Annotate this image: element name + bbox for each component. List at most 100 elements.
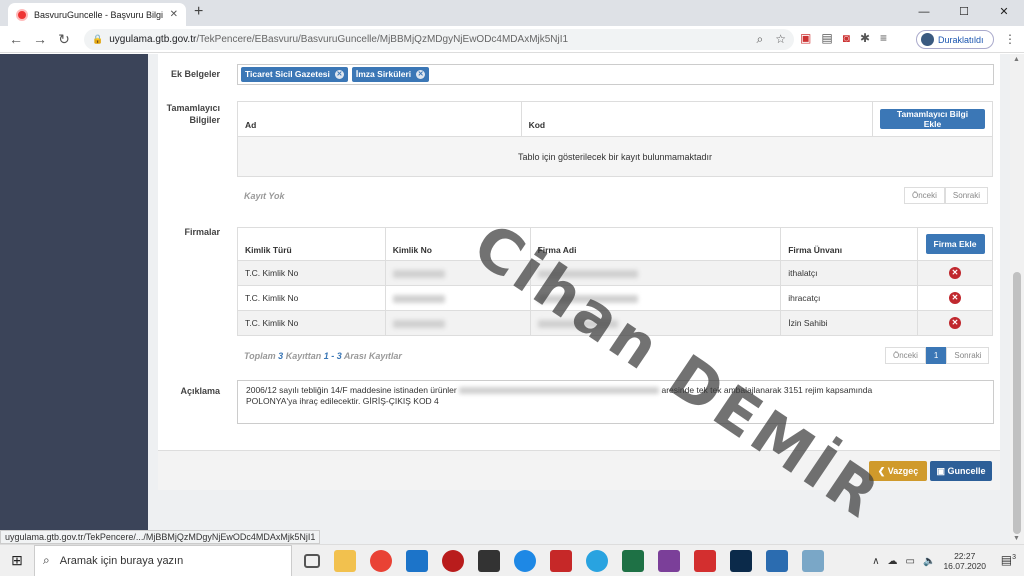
file-explorer-icon[interactable] xyxy=(334,549,356,572)
redacted-value xyxy=(392,319,445,328)
mail-icon[interactable] xyxy=(406,549,428,572)
next-page-button[interactable]: Sonraki xyxy=(944,187,989,204)
redacted-value xyxy=(537,294,638,303)
empty-table-message: Tablo için gösterilecek bir kayıt bulunm… xyxy=(237,136,993,177)
lock-icon: 🔒 xyxy=(92,34,104,44)
clock[interactable]: 22:27 16.07.2020 xyxy=(943,551,986,571)
task-view-icon[interactable] xyxy=(304,553,320,568)
minimize-button[interactable]: — xyxy=(904,0,944,26)
scroll-up-icon[interactable]: ▲ xyxy=(1013,56,1020,63)
pdf-extension-icon[interactable]: ▣ xyxy=(800,31,811,45)
unvan-cell: ithalatçı xyxy=(780,260,919,286)
tag-label: İmza Sirküleri xyxy=(355,69,412,79)
taskbar-search-placeholder: Aramak için buraya yazın xyxy=(59,554,184,567)
kimlik-no-cell xyxy=(384,285,531,311)
close-window-button[interactable]: ✕ xyxy=(984,0,1024,26)
remove-tag-icon[interactable]: ✕ xyxy=(416,70,426,79)
prev-page-button[interactable]: Önceki xyxy=(885,347,926,364)
close-tab-icon[interactable]: ✕ xyxy=(170,9,178,20)
summary-suffix: Arası Kayıtlar xyxy=(341,351,402,361)
new-tab-button[interactable]: + xyxy=(194,3,203,21)
window-controls: — ☐ ✕ xyxy=(904,0,1024,26)
excel-icon[interactable] xyxy=(622,549,644,572)
table-row: T.C. Kimlik No İzin Sahibi ✕ xyxy=(237,310,993,336)
ek-belgeler-input[interactable]: Ticaret Sicil Gazetesi ✕ İmza Sirküleri … xyxy=(237,64,994,85)
address-bar[interactable]: 🔒 uygulama.gtb.gov.tr/TekPencere/EBasvur… xyxy=(84,29,794,50)
redacted-value xyxy=(537,319,618,328)
scroll-down-icon[interactable]: ▼ xyxy=(1013,535,1020,542)
search-icon: ⌕ xyxy=(43,553,50,567)
clock-time: 22:27 xyxy=(954,551,976,561)
maximize-button[interactable]: ☐ xyxy=(944,0,984,26)
profile-button[interactable]: Duraklatıldı xyxy=(916,30,994,49)
vazgec-label: Vazgeç xyxy=(887,465,919,476)
puzzle-extensions-icon[interactable]: ✱ xyxy=(860,31,870,45)
remove-tag-icon[interactable]: ✕ xyxy=(334,70,344,79)
delete-icon[interactable]: ✕ xyxy=(949,317,961,329)
reload-icon[interactable]: ↻ xyxy=(52,31,76,48)
photos-icon[interactable] xyxy=(766,549,788,572)
firma-adi-cell xyxy=(529,310,782,336)
media-app-icon[interactable] xyxy=(442,549,464,572)
vazgec-button[interactable]: ❮ Vazgeç xyxy=(869,461,927,481)
aciklama-text-part2: aresinde tek tek ambalajlanarak 3151 rej… xyxy=(661,385,873,395)
aciklama-textarea[interactable]: 2006/12 sayılı tebliğin 14/F maddesine i… xyxy=(237,380,994,424)
bookmark-star-icon[interactable]: ☆ xyxy=(775,32,786,47)
cloud-icon[interactable]: ☁ xyxy=(888,556,898,567)
network-icon[interactable]: ▭ xyxy=(906,556,915,567)
next-page-button[interactable]: Sonraki xyxy=(946,347,990,364)
zoom-icon[interactable]: ⌕ xyxy=(757,32,764,47)
guncelle-button[interactable]: ▣ Guncelle xyxy=(930,461,992,481)
tamamlayici-label-line2: Bilgiler xyxy=(189,115,220,125)
back-icon[interactable]: ← xyxy=(4,31,28,47)
page-scrollbar[interactable]: ▲ ▼ xyxy=(1010,54,1024,544)
system-tray: ∧ ☁ ▭ 🔈 22:27 16.07.2020 xyxy=(872,545,986,576)
page-1-button[interactable]: 1 xyxy=(925,347,947,364)
delete-cell: ✕ xyxy=(917,260,993,286)
guncelle-label: Guncelle xyxy=(947,465,986,476)
media-control-icon[interactable]: ≡ xyxy=(880,31,887,45)
firmalar-table: Kimlik Türü Kimlik No Firma Adi Firma Ün… xyxy=(237,227,993,336)
windows-start-icon[interactable]: ⊞ xyxy=(0,552,34,569)
col-kimlik-no: Kimlik No xyxy=(384,227,531,261)
kimlik-turu-cell: T.C. Kimlik No xyxy=(237,260,386,286)
no-records-text: Kayıt Yok xyxy=(244,191,285,201)
aciklama-line1: 2006/12 sayılı tebliğin 14/F maddesine i… xyxy=(246,385,985,396)
delete-cell: ✕ xyxy=(917,285,993,311)
tag-imza-sirkuleri: İmza Sirküleri ✕ xyxy=(351,67,430,82)
table-row: T.C. Kimlik No ihracatçı ✕ xyxy=(237,285,993,311)
store-icon[interactable] xyxy=(478,549,500,572)
taskbar-search[interactable]: ⌕ Aramak için buraya yazın xyxy=(34,544,292,576)
acrobat-icon[interactable] xyxy=(694,549,716,572)
col-ad: Ad xyxy=(237,101,522,137)
unvan-cell: İzin Sahibi xyxy=(780,310,919,336)
edge-icon[interactable] xyxy=(514,549,536,572)
volume-icon[interactable]: 🔈 xyxy=(923,556,935,567)
photoshop-icon[interactable] xyxy=(730,549,752,572)
winrar-icon[interactable] xyxy=(658,549,680,572)
delete-icon[interactable]: ✕ xyxy=(949,292,961,304)
browser-menu-icon[interactable]: ⋮ xyxy=(1004,32,1016,46)
tray-chevron-icon[interactable]: ∧ xyxy=(872,556,879,567)
screen-extension-icon[interactable]: ▤ xyxy=(821,31,832,45)
notifications-icon[interactable]: ▤3 xyxy=(1001,553,1016,567)
chrome-icon[interactable] xyxy=(370,549,392,572)
browser-tab[interactable]: BasvuruGuncelle - Başvuru Bilgi S ✕ xyxy=(8,3,186,26)
delete-icon[interactable]: ✕ xyxy=(949,267,961,279)
app-icon[interactable] xyxy=(802,549,824,572)
url-host: uygulama.gtb.gov.tr xyxy=(109,34,197,45)
forward-icon[interactable]: → xyxy=(28,31,52,47)
unvan-cell: ihracatçı xyxy=(780,285,919,311)
firma-ekle-button[interactable]: Firma Ekle xyxy=(925,234,985,254)
mcafee-icon[interactable] xyxy=(550,549,572,572)
aciklama-line2: POLONYA'ya ihraç edilecektir. GİRİŞ-ÇIKI… xyxy=(246,396,439,406)
pocket-extension-icon[interactable]: ◙ xyxy=(843,31,850,45)
profile-status: Duraklatıldı xyxy=(938,34,984,45)
profile-avatar xyxy=(921,33,934,46)
col-firma-adi: Firma Adi xyxy=(529,227,782,261)
ie-icon[interactable] xyxy=(586,549,608,572)
scroll-thumb[interactable] xyxy=(1013,272,1021,534)
tamamlayici-bilgi-ekle-button[interactable]: Tamamlayıcı Bilgi Ekle xyxy=(880,109,985,129)
prev-page-button[interactable]: Önceki xyxy=(904,187,945,204)
omnibox-icons: ⌕ ☆ xyxy=(757,32,787,47)
